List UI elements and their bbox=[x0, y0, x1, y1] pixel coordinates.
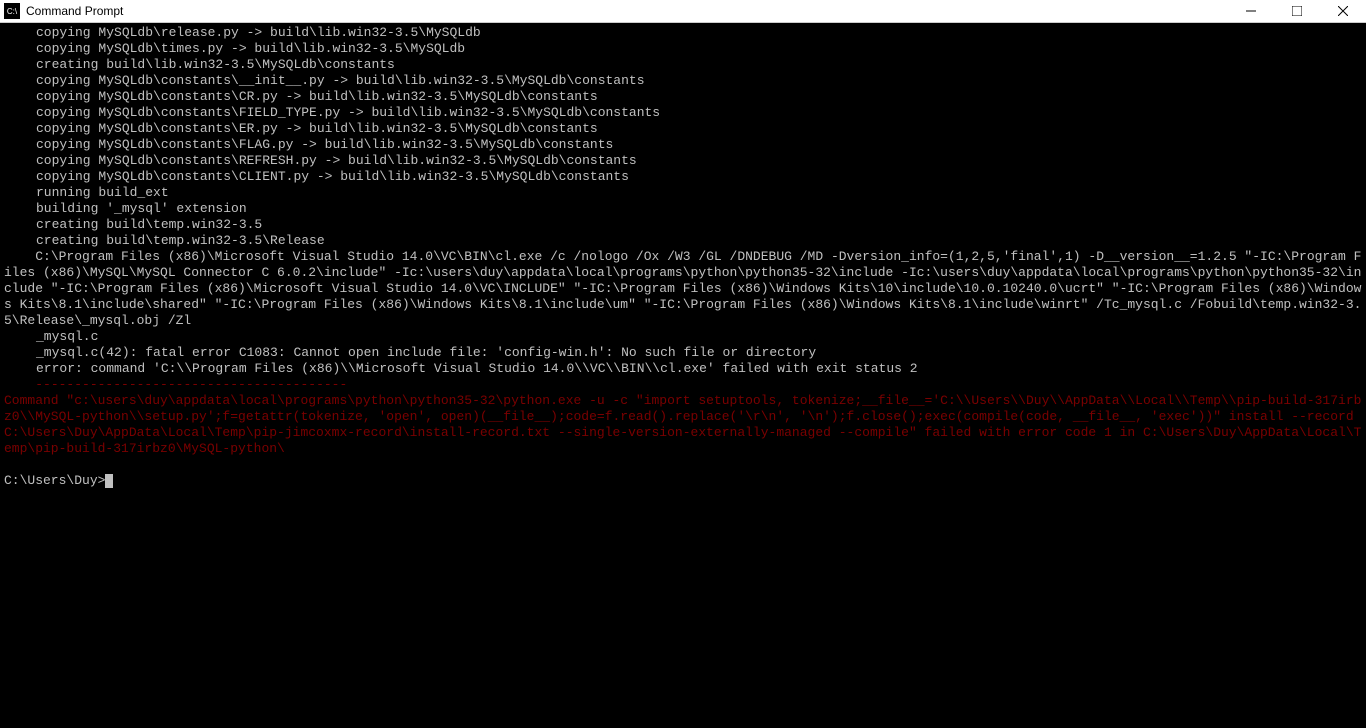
titlebar-controls bbox=[1228, 0, 1366, 22]
terminal-line: copying MySQLdb\constants\ER.py -> build… bbox=[4, 121, 1362, 137]
terminal-line: running build_ext bbox=[4, 185, 1362, 201]
maximize-button[interactable] bbox=[1274, 0, 1320, 22]
terminal-line: creating build\temp.win32-3.5\Release bbox=[4, 233, 1362, 249]
blank-line bbox=[4, 457, 1362, 473]
terminal-output: copying MySQLdb\release.py -> build\lib.… bbox=[4, 25, 1362, 457]
minimize-icon bbox=[1246, 6, 1256, 16]
terminal-line: copying MySQLdb\constants\FIELD_TYPE.py … bbox=[4, 105, 1362, 121]
terminal-line: creating build\temp.win32-3.5 bbox=[4, 217, 1362, 233]
terminal-line: copying MySQLdb\constants\REFRESH.py -> … bbox=[4, 153, 1362, 169]
terminal-line: Command "c:\users\duy\appdata\local\prog… bbox=[4, 393, 1362, 457]
titlebar-left: C:\ Command Prompt bbox=[0, 3, 123, 19]
terminal-line: copying MySQLdb\times.py -> build\lib.wi… bbox=[4, 41, 1362, 57]
terminal-line: ---------------------------------------- bbox=[4, 377, 1362, 393]
terminal-line: copying MySQLdb\constants\FLAG.py -> bui… bbox=[4, 137, 1362, 153]
terminal-line: building '_mysql' extension bbox=[4, 201, 1362, 217]
terminal-line: copying MySQLdb\constants\CR.py -> build… bbox=[4, 89, 1362, 105]
prompt-text: C:\Users\Duy> bbox=[4, 473, 105, 488]
terminal-line: _mysql.c(42): fatal error C1083: Cannot … bbox=[4, 345, 1362, 361]
window-title: Command Prompt bbox=[26, 4, 123, 18]
terminal-line: C:\Program Files (x86)\Microsoft Visual … bbox=[4, 249, 1362, 329]
window-titlebar: C:\ Command Prompt bbox=[0, 0, 1366, 23]
terminal-line: error: command 'C:\\Program Files (x86)\… bbox=[4, 361, 1362, 377]
terminal-line: copying MySQLdb\constants\__init__.py ->… bbox=[4, 73, 1362, 89]
minimize-button[interactable] bbox=[1228, 0, 1274, 22]
cursor bbox=[105, 474, 113, 488]
cmd-icon: C:\ bbox=[4, 3, 20, 19]
maximize-icon bbox=[1292, 6, 1302, 16]
prompt-line[interactable]: C:\Users\Duy> bbox=[4, 473, 1362, 488]
terminal-line: copying MySQLdb\release.py -> build\lib.… bbox=[4, 25, 1362, 41]
terminal-area[interactable]: copying MySQLdb\release.py -> build\lib.… bbox=[0, 23, 1366, 728]
terminal-line: _mysql.c bbox=[4, 329, 1362, 345]
close-icon bbox=[1338, 6, 1348, 16]
close-button[interactable] bbox=[1320, 0, 1366, 22]
terminal-line: creating build\lib.win32-3.5\MySQLdb\con… bbox=[4, 57, 1362, 73]
terminal-line: copying MySQLdb\constants\CLIENT.py -> b… bbox=[4, 169, 1362, 185]
